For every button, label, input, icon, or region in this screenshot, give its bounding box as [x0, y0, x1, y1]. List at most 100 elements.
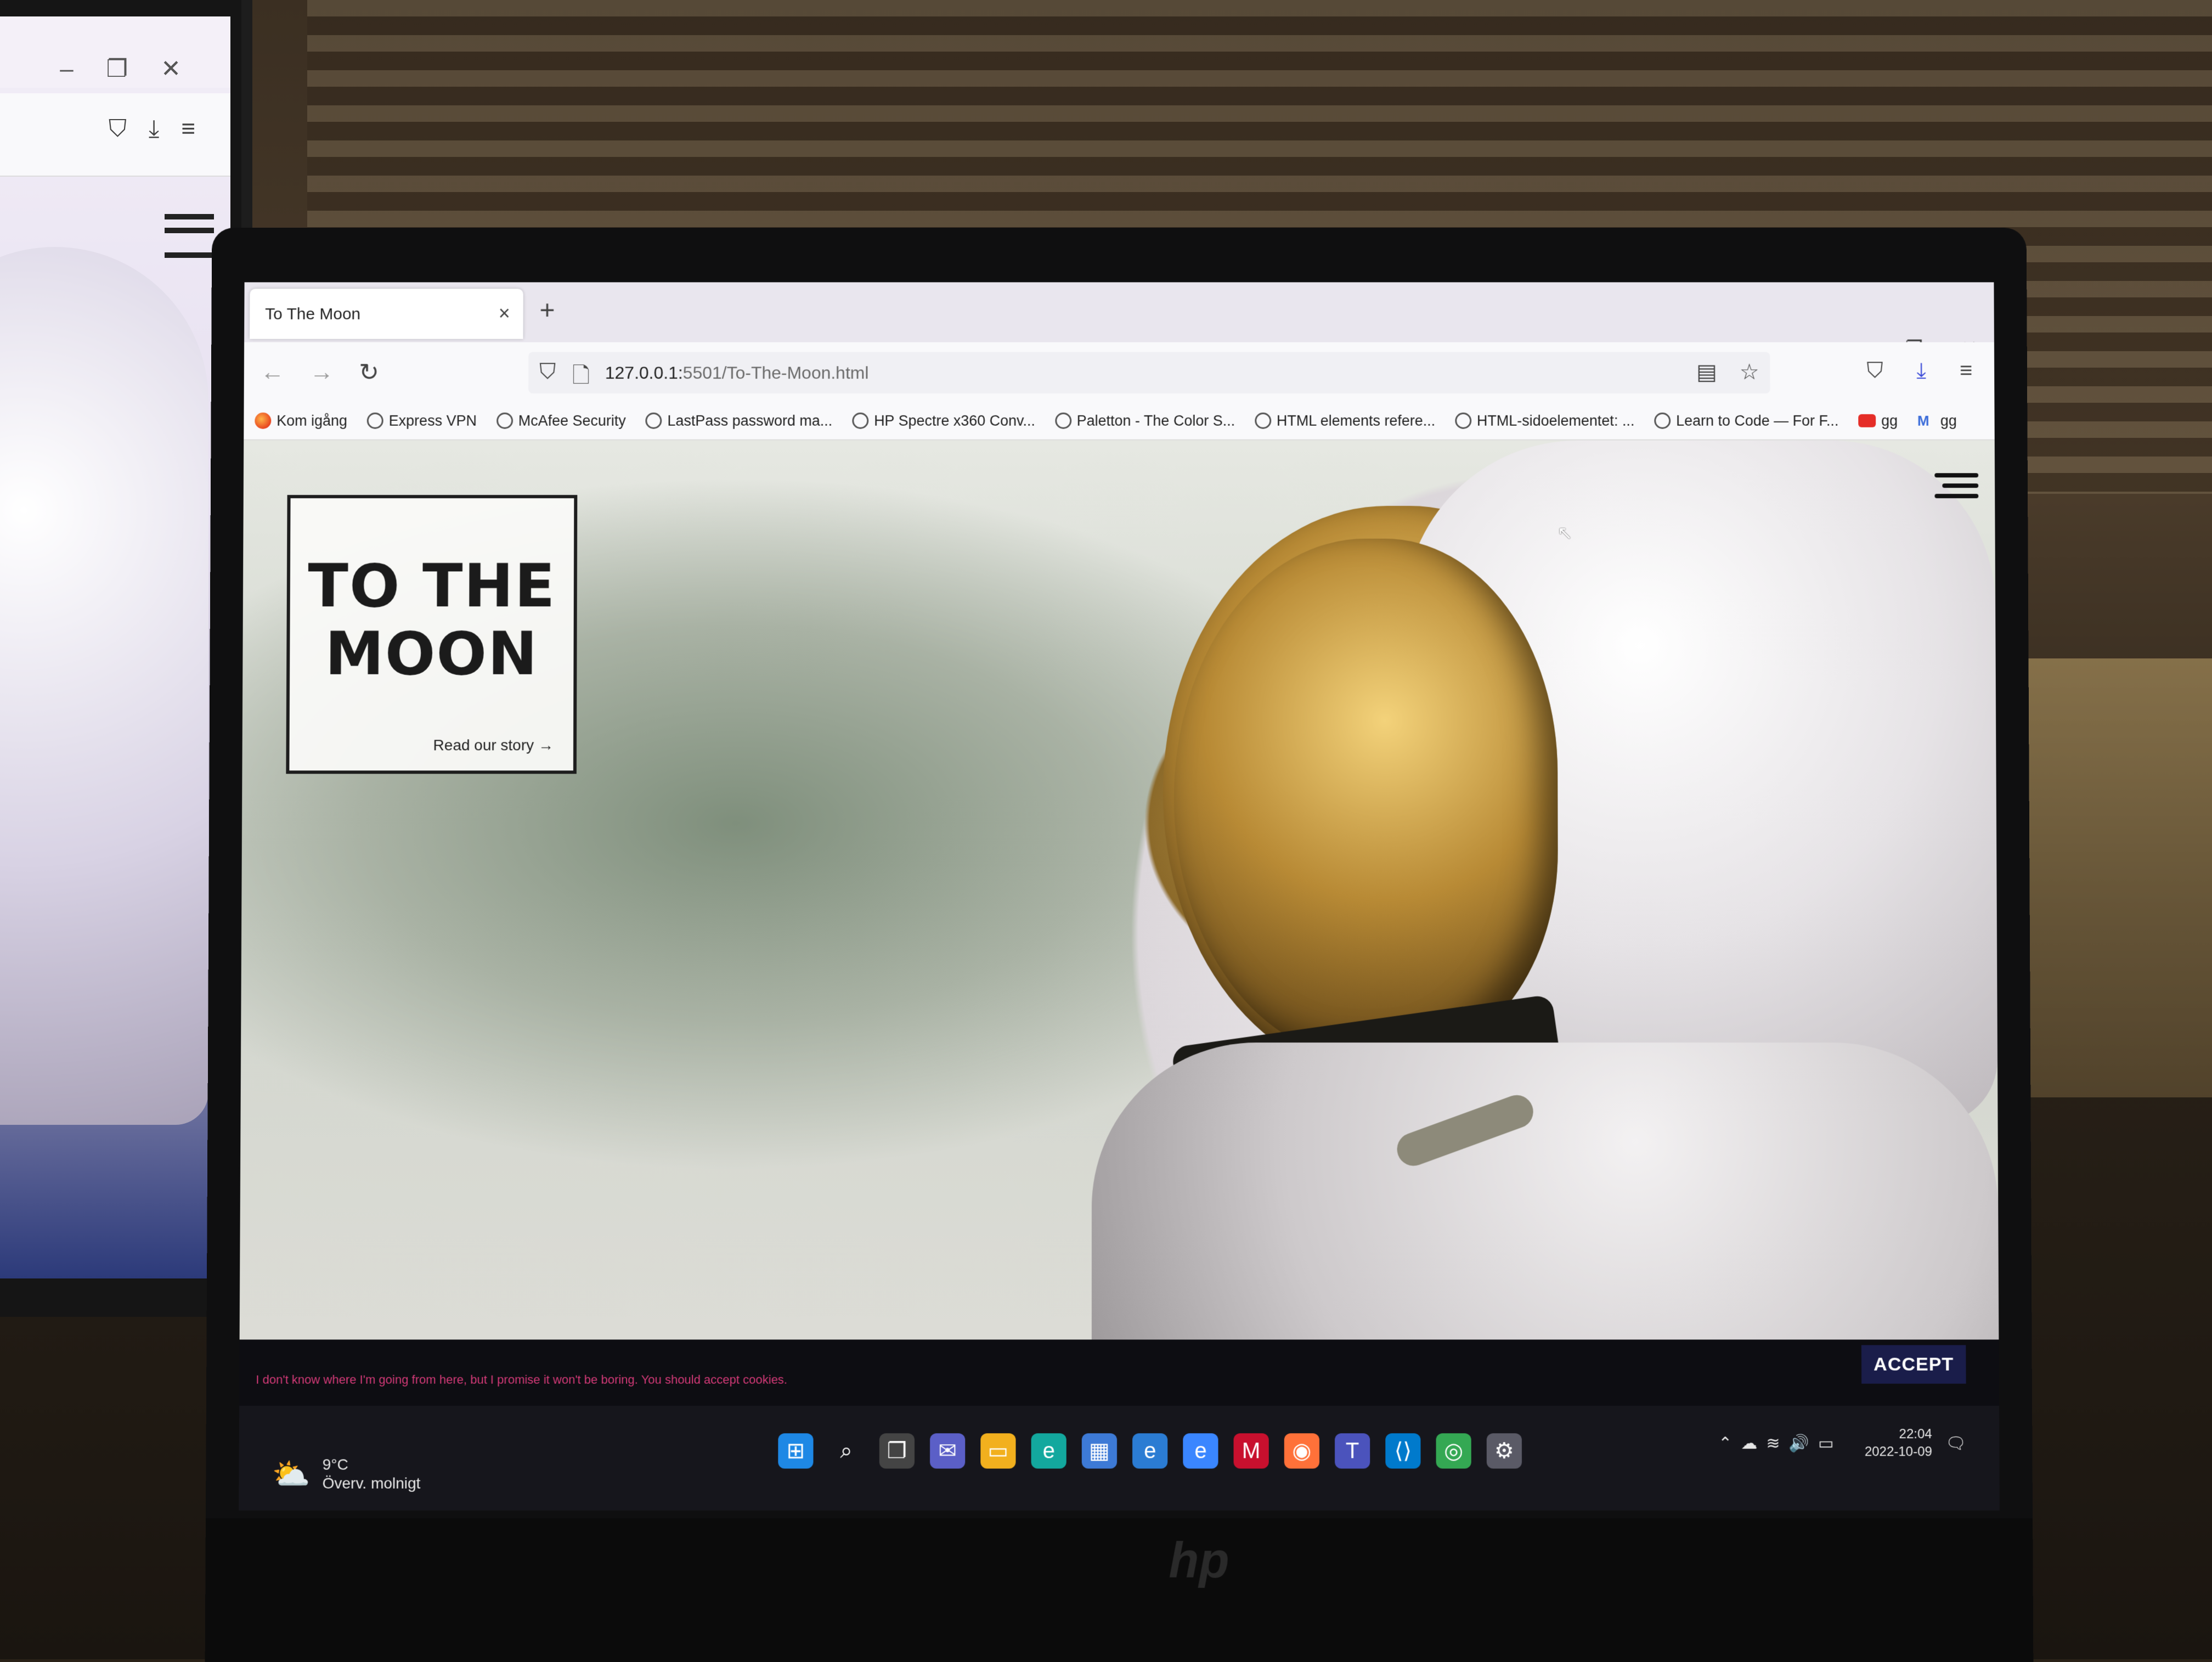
url-path: 5501/To-The-Moon.html — [682, 363, 869, 383]
globe-icon — [645, 412, 662, 429]
read-our-story-link[interactable]: Read our story → — [433, 736, 554, 754]
background-toolbar-icons: ⛉⤓≡ — [108, 115, 217, 142]
bookmark-label: Learn to Code — For F... — [1676, 412, 1839, 429]
hero-title-line2: MOON — [325, 620, 539, 689]
clock[interactable]: 22:04 2022-10-09 — [1865, 1426, 1932, 1461]
forward-arrow-icon[interactable]: → — [309, 358, 334, 386]
globe-icon — [496, 412, 513, 429]
bookmark-label: gg — [1940, 412, 1957, 429]
page-info-icon[interactable]: 🗋 — [572, 359, 590, 397]
bookmark-gg-youtube[interactable]: gg — [1858, 412, 1898, 429]
taskbar-apps: ⊞ ⌕ ❐ ✉ ▭ e ▦ e e M ◉ T ⟨⟩ ◎ ⚙ — [778, 1433, 1537, 1469]
visor-reflection-image — [1173, 538, 1559, 1060]
teams-chat-icon[interactable]: ✉ — [930, 1433, 966, 1469]
bookmark-kom-igang[interactable]: Kom igång — [255, 412, 347, 429]
reader-view-icon[interactable]: ▤ — [1696, 360, 1717, 384]
spacesuit-image — [1091, 1043, 1999, 1340]
laptop-screen: To The Moon × + – ❐ ✕ ← → ↻ ⛉ 🗋 127.0.0.… — [239, 282, 2000, 1511]
globe-icon — [1254, 412, 1271, 429]
tab-close-icon[interactable]: × — [499, 302, 510, 325]
laptop-hinge — [205, 1518, 2034, 1662]
cookie-banner: I don't know where I'm going from here, … — [239, 1339, 1999, 1406]
url-text[interactable]: 127.0.0.1:5501/To-The-Moon.html — [605, 363, 869, 383]
bookmark-label: Express VPN — [388, 412, 477, 429]
bookmark-paletton[interactable]: Paletton - The Color S... — [1054, 412, 1235, 429]
menu-icon[interactable]: ≡ — [1960, 358, 1972, 382]
bookmark-mcafee[interactable]: McAfee Security — [496, 412, 626, 429]
clock-time: 22:04 — [1899, 1427, 1932, 1442]
page-hero: TO THE MOON Read our story → ↖ — [239, 440, 1999, 1340]
laptop: To The Moon × + – ❐ ✕ ← → ↻ ⛉ 🗋 127.0.0.… — [205, 228, 2034, 1662]
cookie-message: I don't know where I'm going from here, … — [256, 1372, 788, 1387]
bookmarks-bar: Kom igång Express VPN McAfee Security La… — [244, 402, 1995, 441]
globe-icon — [1054, 412, 1071, 429]
background-window-controls: –❐✕ — [60, 55, 214, 82]
pocket-icon[interactable]: ⛉ — [1866, 358, 1883, 382]
chrome-icon[interactable]: ◎ — [1436, 1433, 1471, 1469]
system-tray: ⌃☁≋🔊▭ 22:04 2022-10-09 🗨 — [1718, 1426, 1966, 1461]
bookmark-label: HP Spectre x360 Conv... — [874, 412, 1035, 429]
toolbar-right: ⛉ ⤓ ≡ — [1839, 358, 1973, 383]
notification-icon[interactable]: 🗨 — [1945, 1434, 1966, 1453]
url-actions: ▤ ☆ — [1680, 359, 1759, 385]
microsoft-store-icon[interactable]: ▦ — [1081, 1433, 1117, 1469]
read-our-story-label: Read our story — [433, 736, 534, 754]
clock-date: 2022-10-09 — [1864, 1444, 1932, 1460]
bookmark-lastpass[interactable]: LastPass password ma... — [645, 412, 833, 429]
bookmark-star-icon[interactable]: ☆ — [1740, 360, 1759, 384]
bookmark-label: gg — [1881, 412, 1898, 429]
settings-gear-icon[interactable]: ⚙ — [1486, 1433, 1522, 1469]
tab-to-the-moon[interactable]: To The Moon × — [250, 289, 523, 339]
weather-text: 9°C Överv. molnigt — [323, 1455, 421, 1492]
globe-icon — [1455, 412, 1472, 429]
internet-explorer-icon[interactable]: e — [1183, 1433, 1218, 1469]
globe-icon — [852, 412, 869, 429]
mcafee-icon[interactable]: M — [1233, 1433, 1269, 1469]
hero-title-line1: TO THE — [308, 552, 556, 621]
hamburger-menu-icon[interactable] — [1934, 473, 1979, 499]
tab-bar: To The Moon × + – ❐ ✕ — [244, 282, 1994, 359]
bookmark-label: LastPass password ma... — [667, 412, 833, 429]
arrow-right-icon: → — [538, 736, 554, 754]
accept-cookies-button[interactable]: ACCEPT — [1861, 1345, 1966, 1384]
vscode-icon[interactable]: ⟨⟩ — [1385, 1433, 1421, 1469]
file-explorer-icon[interactable]: ▭ — [980, 1433, 1016, 1469]
background-helmet-image — [0, 247, 208, 1125]
mouse-cursor-icon: ↖ — [1557, 522, 1573, 544]
bookmark-hp-spectre[interactable]: HP Spectre x360 Conv... — [852, 412, 1035, 429]
new-tab-button[interactable]: + — [539, 295, 555, 325]
firefox-taskbar-icon[interactable]: ◉ — [1284, 1433, 1320, 1469]
hp-logo: hp — [1169, 1533, 1229, 1588]
url-host: 127.0.0.1: — [605, 363, 683, 383]
url-bar[interactable]: ⛉ 🗋 127.0.0.1:5501/To-The-Moon.html ▤ ☆ — [528, 352, 1770, 394]
firefox-icon — [255, 412, 272, 429]
bookmark-express-vpn[interactable]: Express VPN — [366, 412, 477, 429]
background-toolbar: ⛉⤓≡ — [0, 93, 230, 177]
bookmark-gg-gmail[interactable]: Mgg — [1917, 412, 1957, 429]
teams-icon[interactable]: T — [1335, 1433, 1370, 1469]
weather-description: Överv. molnigt — [322, 1474, 421, 1492]
back-arrow-icon[interactable]: ← — [261, 358, 285, 386]
bookmark-label: Kom igång — [276, 412, 348, 429]
globe-icon — [1654, 412, 1671, 429]
bookmark-learn-to-code[interactable]: Learn to Code — For F... — [1654, 412, 1838, 429]
partly-cloudy-icon: ⛅ — [272, 1456, 311, 1491]
bookmark-html-elements[interactable]: HTML elements refere... — [1254, 412, 1435, 429]
tab-title: To The Moon — [265, 305, 361, 323]
task-view-icon[interactable]: ❐ — [879, 1433, 915, 1469]
navigation-bar: ← → ↻ ⛉ 🗋 127.0.0.1:5501/To-The-Moon.htm… — [244, 342, 1995, 402]
hero-title-box: TO THE MOON Read our story → — [286, 495, 578, 774]
windows-start-icon[interactable]: ⊞ — [778, 1433, 814, 1469]
weather-widget[interactable]: ⛅ 9°C Överv. molnigt — [272, 1455, 421, 1492]
bookmark-html-sidoelementet[interactable]: HTML-sidoelementet: ... — [1455, 412, 1634, 429]
shield-icon[interactable]: ⛉ — [539, 359, 556, 384]
weather-temperature: 9°C — [322, 1456, 348, 1473]
edge-icon[interactable]: e — [1031, 1433, 1066, 1469]
edge-dev-icon[interactable]: e — [1132, 1433, 1168, 1469]
tray-icons[interactable]: ⌃☁≋🔊▭ — [1718, 1434, 1843, 1453]
download-icon[interactable]: ⤓ — [1916, 358, 1926, 382]
search-icon[interactable]: ⌕ — [829, 1433, 864, 1468]
reload-icon[interactable]: ↻ — [359, 358, 379, 386]
globe-icon — [366, 412, 383, 429]
bookmark-label: HTML-sidoelementet: ... — [1476, 412, 1635, 429]
